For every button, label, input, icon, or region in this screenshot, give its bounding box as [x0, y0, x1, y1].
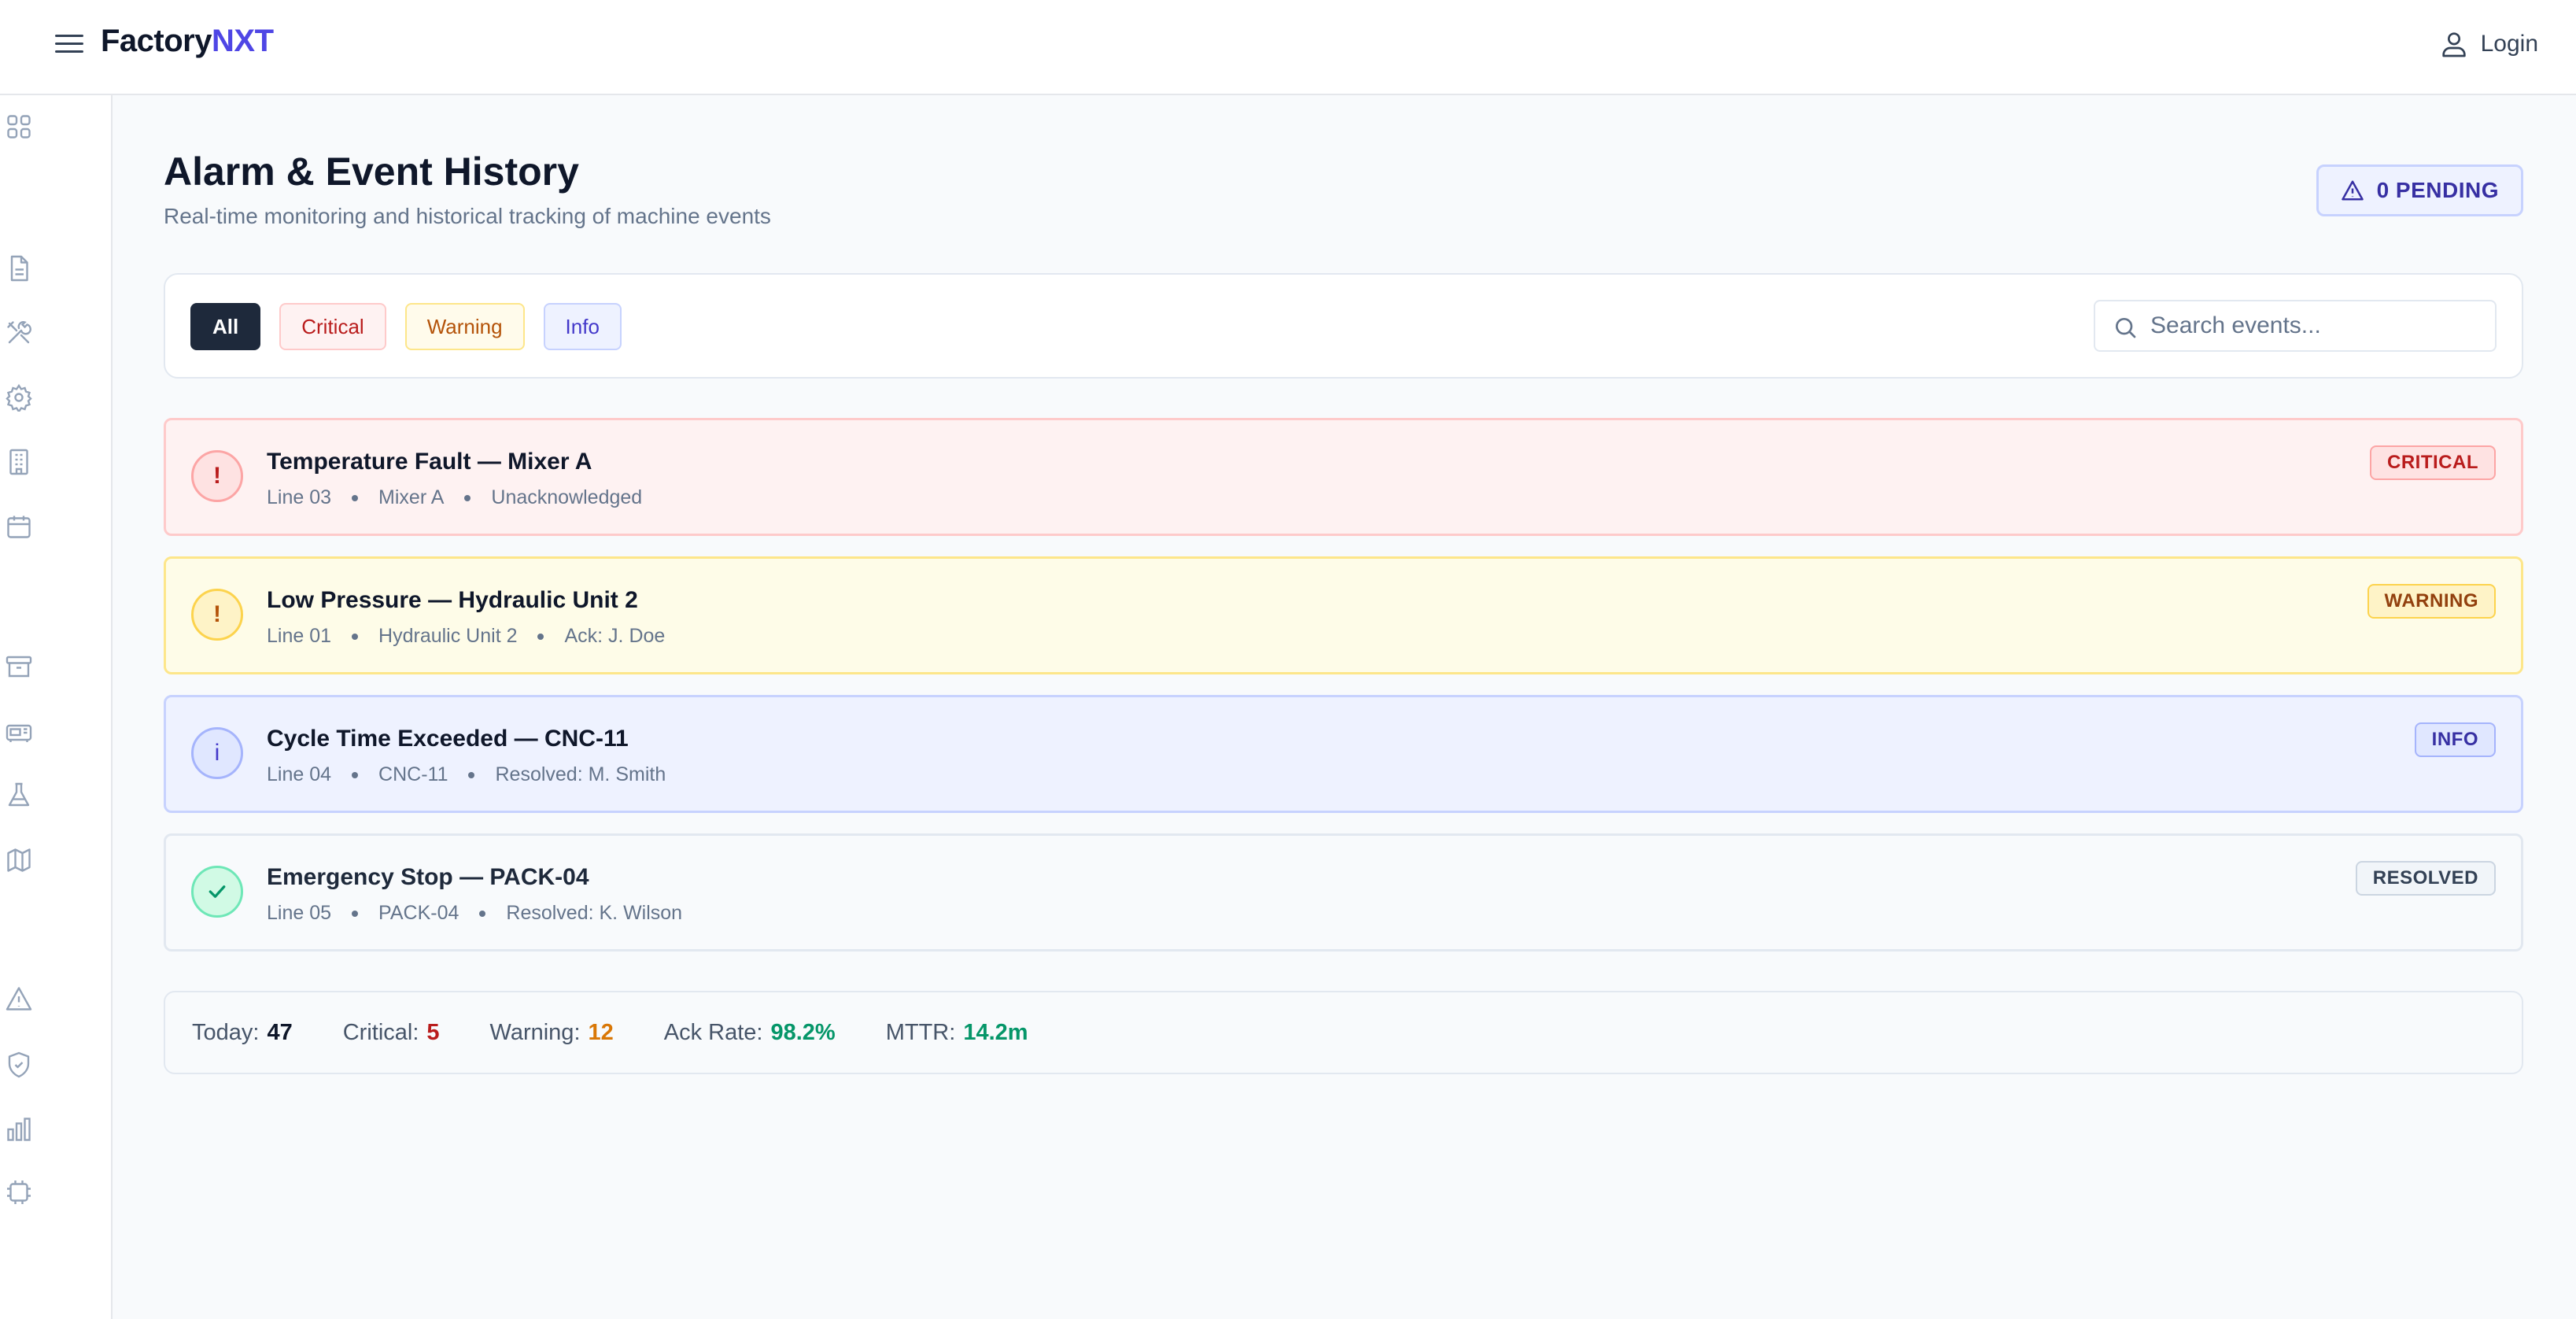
filter-chips: All Critical Warning Info [190, 303, 622, 350]
stats-bar: Today: 47 Critical: 5 Warning: 12 Ack Rate:… [164, 991, 2523, 1074]
filter-chip-info[interactable]: Info [543, 303, 622, 350]
severity-badge: INFO [2414, 722, 2496, 757]
info-icon: i [191, 727, 243, 779]
event-row-resolved[interactable]: Emergency Stop — PACK-04 Line 05 PACK-04… [164, 833, 2523, 951]
event-title: Low Pressure — Hydraulic Unit 2 [267, 587, 638, 613]
stat-label: Today: [192, 1019, 260, 1045]
pending-label: 0 PENDING [2376, 178, 2499, 202]
check-icon [191, 866, 243, 918]
stat-label: MTTR: [885, 1019, 956, 1045]
grid-icon[interactable] [5, 113, 33, 141]
stat-label: Ack Rate: [663, 1019, 763, 1045]
event-meta: Line 01 Hydraulic Unit 2 Ack: J. Doe [267, 625, 665, 648]
brand-name-accent: NXT [212, 24, 274, 58]
event-machine: Mixer A [378, 486, 445, 508]
event-meta: Line 03 Mixer A Unacknowledged [267, 486, 642, 509]
event-status: Resolved: M. Smith [495, 763, 666, 785]
event-title: Temperature Fault — Mixer A [267, 449, 592, 475]
bar-chart-icon[interactable] [5, 1115, 33, 1144]
filter-bar: All Critical Warning Info [164, 273, 2523, 379]
stat-today: Today: 47 [192, 1020, 293, 1046]
hamburger-menu-icon[interactable] [50, 28, 88, 60]
filter-chip-critical[interactable]: Critical [279, 303, 386, 350]
separator-dot [479, 910, 486, 917]
event-line: Line 03 [267, 486, 332, 508]
event-row-warning[interactable]: ! Low Pressure — Hydraulic Unit 2 Line 0… [164, 556, 2523, 674]
chip-icon[interactable] [5, 1178, 33, 1206]
stat-warning: Warning: 12 [490, 1020, 614, 1046]
stat-critical: Critical: 5 [343, 1020, 440, 1046]
alert-icon[interactable] [5, 985, 33, 1013]
tools-icon[interactable] [5, 319, 33, 347]
event-status: Unacknowledged [491, 486, 643, 508]
event-line: Line 05 [267, 902, 332, 924]
top-bar: FactoryNXT Login [0, 0, 2576, 95]
severity-badge: WARNING [2367, 584, 2496, 619]
event-status: Ack: J. Doe [564, 625, 666, 647]
brand-logo[interactable]: FactoryNXT [101, 24, 274, 59]
document-icon[interactable] [5, 254, 33, 283]
filter-chip-all[interactable]: All [190, 303, 261, 350]
page-subtitle: Real-time monitoring and historical trac… [164, 204, 771, 228]
search-box[interactable] [2094, 300, 2497, 352]
search-icon [2116, 318, 2136, 338]
separator-dot [352, 910, 359, 917]
user-icon [2441, 32, 2466, 57]
separator-dot [352, 633, 359, 640]
login-label: Login [2480, 31, 2538, 57]
separator-dot [352, 771, 359, 778]
event-title: Emergency Stop — PACK-04 [267, 864, 589, 890]
severity-badge: CRITICAL [2370, 445, 2496, 480]
warning-triangle-icon [2341, 180, 2364, 201]
stat-ack-rate: Ack Rate: 98.2% [664, 1020, 836, 1046]
calendar-icon[interactable] [5, 512, 33, 541]
separator-dot [537, 633, 544, 640]
event-row-critical[interactable]: ! Temperature Fault — Mixer A Line 03 Mi… [164, 418, 2523, 536]
flask-icon[interactable] [5, 781, 33, 810]
pending-badge[interactable]: 0 PENDING [2316, 164, 2523, 216]
stat-mttr: MTTR: 14.2m [886, 1020, 1028, 1046]
separator-dot [352, 494, 359, 501]
event-title: Cycle Time Exceeded — CNC-11 [267, 726, 629, 752]
severity-badge: RESOLVED [2355, 861, 2496, 896]
gear-icon[interactable] [5, 383, 33, 414]
page-title: Alarm & Event History [164, 150, 579, 194]
event-line: Line 01 [267, 625, 332, 647]
shield-icon[interactable] [5, 1051, 33, 1079]
stat-label: Warning: [489, 1019, 581, 1045]
machine-icon[interactable] [5, 719, 33, 747]
separator-dot [464, 494, 471, 501]
stat-value: 98.2% [770, 1019, 836, 1045]
event-status: Resolved: K. Wilson [506, 902, 683, 924]
stat-label: Critical: [342, 1019, 419, 1045]
stat-value: 12 [588, 1019, 614, 1045]
stat-value: 5 [426, 1019, 440, 1045]
separator-dot [468, 771, 475, 778]
search-input[interactable] [2150, 308, 2481, 344]
login-button[interactable]: Login [2438, 28, 2538, 60]
event-row-info[interactable]: i Cycle Time Exceeded — CNC-11 Line 04 C… [164, 695, 2523, 813]
filter-chip-warning[interactable]: Warning [404, 303, 525, 350]
archive-icon[interactable] [5, 652, 33, 681]
stat-value: 14.2m [963, 1019, 1028, 1045]
sidebar [0, 95, 113, 1319]
event-machine: Hydraulic Unit 2 [378, 625, 518, 647]
event-machine: CNC-11 [378, 763, 448, 785]
exclamation-icon: ! [191, 450, 243, 502]
event-line: Line 04 [267, 763, 332, 785]
brand-name-primary: Factory [101, 24, 212, 58]
event-meta: Line 04 CNC-11 Resolved: M. Smith [267, 763, 666, 786]
exclamation-icon: ! [191, 589, 243, 641]
event-meta: Line 05 PACK-04 Resolved: K. Wilson [267, 902, 682, 925]
event-machine: PACK-04 [378, 902, 459, 924]
stat-value: 47 [267, 1019, 293, 1045]
map-icon[interactable] [5, 846, 33, 874]
building-icon[interactable] [5, 448, 33, 476]
